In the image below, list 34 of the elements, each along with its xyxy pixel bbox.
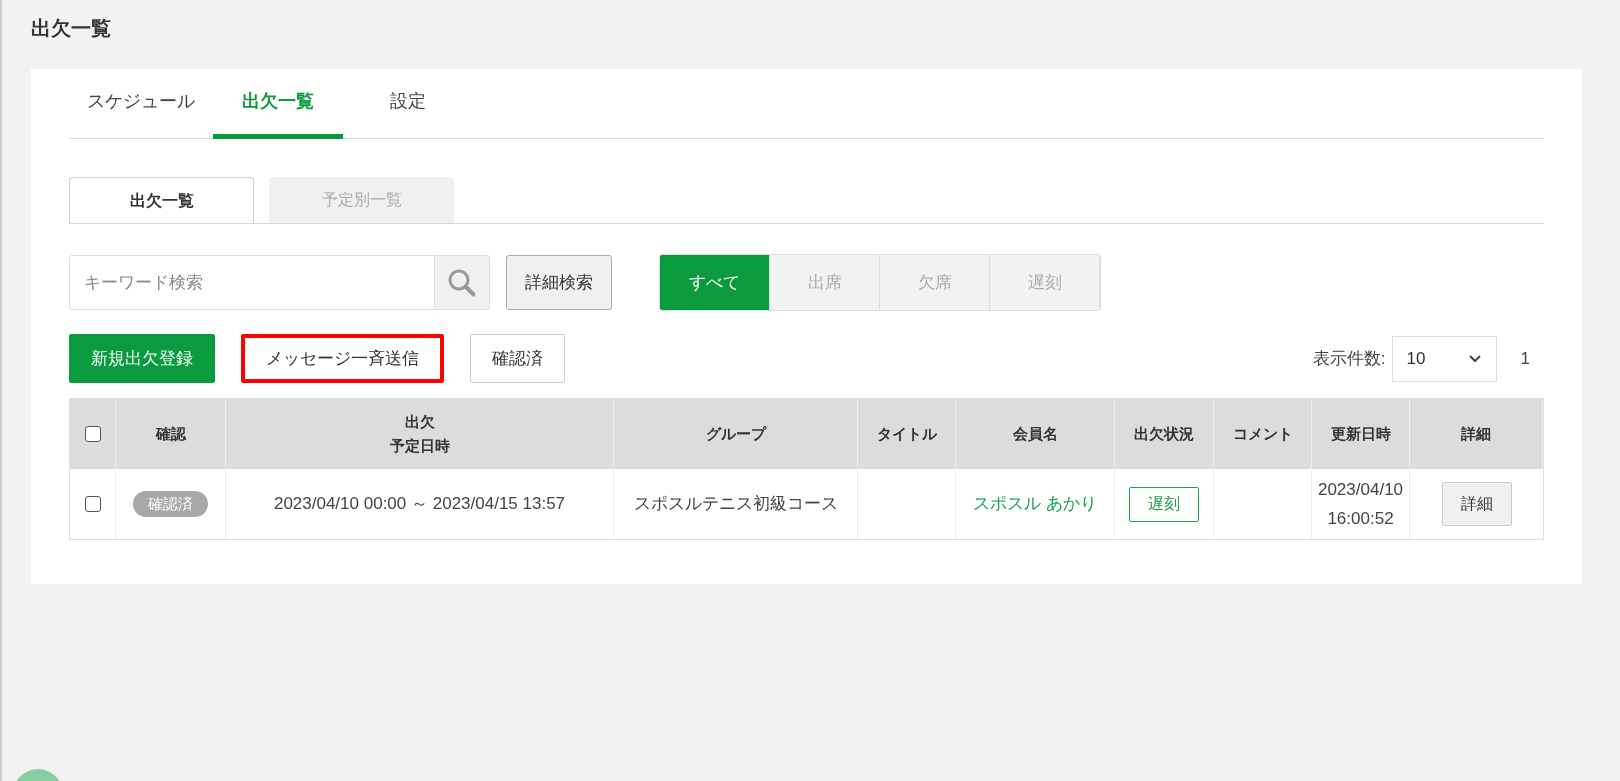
advanced-search-button[interactable]: 詳細検索 bbox=[506, 255, 612, 310]
status-badge: 遅刻 bbox=[1129, 486, 1199, 522]
page-link[interactable]: 1 bbox=[1520, 345, 1530, 372]
column-header: 出欠状況 bbox=[1134, 424, 1194, 444]
confirmed-badge: 確認済 bbox=[133, 491, 208, 517]
sub-tab[interactable]: 出欠一覧 bbox=[69, 177, 254, 223]
column-header: コメント bbox=[1232, 424, 1293, 444]
checkbox[interactable] bbox=[84, 496, 101, 512]
column-header: 詳細 bbox=[1461, 424, 1491, 444]
member-link[interactable]: スポスル あかり bbox=[973, 491, 1097, 517]
filter-tab[interactable]: すべて bbox=[660, 255, 770, 310]
table-cell-text: 2023/04/10 00:00 ～ 2023/04/15 13:57 bbox=[273, 493, 566, 516]
action-button[interactable]: 確認済 bbox=[470, 334, 565, 383]
page-size-select[interactable]: 10 bbox=[1391, 335, 1497, 382]
tab[interactable]: 出欠一覧 bbox=[213, 69, 343, 139]
column-header: 確認 bbox=[155, 424, 186, 444]
chevron-down-icon bbox=[1467, 354, 1482, 363]
detail-button[interactable]: 詳細 bbox=[1441, 482, 1512, 526]
tab[interactable]: 設定 bbox=[343, 69, 473, 139]
page-title: 出欠一覧 bbox=[31, 16, 111, 41]
column-header: 会員名 bbox=[1012, 424, 1058, 444]
search-field[interactable]: キーワード検索 bbox=[69, 255, 435, 310]
action-button[interactable]: メッセージ一斉送信 bbox=[241, 334, 444, 383]
column-header: グループ bbox=[705, 424, 766, 444]
page-size-label: 表示件数: bbox=[1312, 347, 1386, 370]
column-header: 出欠 予定日時 bbox=[389, 412, 450, 456]
column-header: 更新日時 bbox=[1330, 424, 1391, 444]
column-header: タイトル bbox=[876, 424, 937, 444]
search-icon bbox=[447, 267, 477, 298]
tab[interactable]: スケジュール bbox=[69, 69, 213, 139]
checkbox[interactable] bbox=[84, 426, 101, 442]
table-cell-text: スポスルテニス初級コース bbox=[633, 493, 838, 516]
action-button[interactable]: 新規出欠登録 bbox=[69, 334, 215, 383]
table-cell-text: 2023/04/10 16:00:52 bbox=[1317, 479, 1404, 530]
